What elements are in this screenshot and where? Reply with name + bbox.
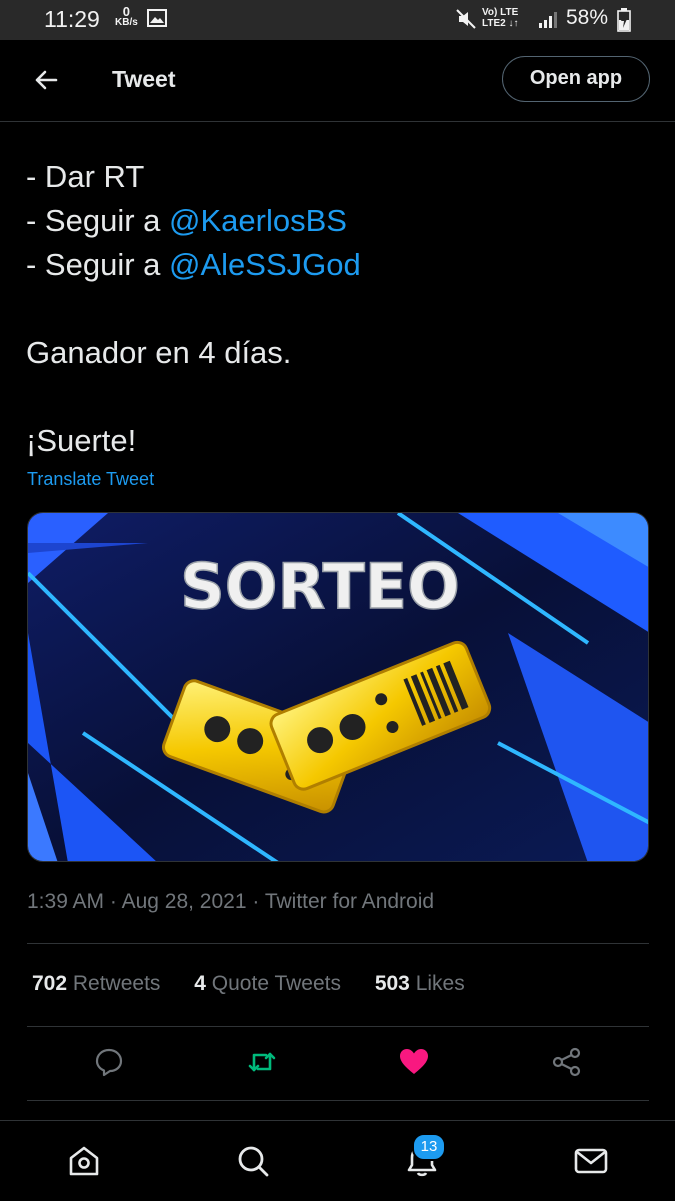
like-heart-icon[interactable] [398,1046,430,1078]
image-title: SORTEO [180,550,460,623]
network-speed-unit: KB/s [115,17,138,28]
quotes-label: Quote Tweets [205,972,341,995]
quotes-count: 4 [194,972,206,995]
mute-icon [456,9,476,29]
tweet-line: - Seguir a @KaerlosBS [26,199,646,243]
network-indicator: Vo) LTE LTE2 ↓↑ [482,7,518,29]
divider [27,1100,649,1101]
notifications-badge: 13 [412,1133,446,1161]
tweet-line-text: - Dar RT [26,159,145,194]
network-bottom: LTE2 ↓↑ [482,18,519,29]
tweet-line-text: - Seguir a [26,203,170,238]
tweet-line-text: ¡Suerte! [26,423,137,458]
likes-label: Likes [409,972,465,995]
tweet-time: 1:39 AM [27,890,105,913]
search-icon[interactable] [235,1143,271,1179]
retweets-count: 702 [32,972,68,995]
mention-link[interactable]: @KaerlosBS [169,203,347,238]
reply-icon[interactable] [93,1046,125,1078]
retweets-stat[interactable]: 702 Retweets [32,972,160,996]
messages-mail-icon[interactable] [573,1143,609,1179]
gallery-icon [147,9,167,27]
battery-percent: 58% [566,6,609,29]
quote-tweets-stat[interactable]: 4 Quote Tweets [194,972,341,996]
likes-stat[interactable]: 503 Likes [375,972,465,996]
translate-tweet-link[interactable]: Translate Tweet [27,469,154,490]
bottom-nav: 13 [0,1120,675,1201]
tweet-timestamp: 1:39 AM · Aug 28, 2021 · Twitter for And… [27,890,434,914]
network-speed: 0 KB/s [115,4,138,28]
share-icon[interactable] [551,1046,583,1078]
network-top: Vo) LTE [482,7,519,18]
signal-icon [539,12,557,28]
giveaway-image: SORTEO [28,513,648,861]
likes-count: 503 [374,972,410,995]
tweet-date: Aug 28, 2021 [121,890,247,913]
separator: · [104,890,122,913]
page-title: Tweet [112,66,176,92]
tweet-source: Twitter for Android [264,890,435,913]
status-bar: 11:29 0 KB/s Vo) LTE LTE2 ↓↑ 58% [0,0,675,40]
header: Tweet Open app [0,40,675,122]
tweet-image[interactable]: SORTEO [27,512,649,862]
tweet-stats: 702 Retweets 4 Quote Tweets 503 Likes [32,972,493,996]
retweet-icon[interactable] [246,1046,278,1078]
status-time: 11:29 [44,6,100,32]
tweet-line: Ganador en 4 días. [26,331,646,375]
tweet-line: - Dar RT [26,155,646,199]
divider [27,943,649,944]
network-speed-value: 0 [122,4,131,19]
tweet-line-text: Ganador en 4 días. [26,335,292,370]
mention-link[interactable]: @AleSSJGod [169,247,361,282]
battery-charging-icon [617,8,631,32]
tweet-line: ¡Suerte! [26,419,646,463]
separator: · [246,890,265,913]
back-arrow-icon[interactable] [30,64,62,96]
retweets-label: Retweets [67,972,161,995]
divider [27,1026,649,1027]
home-icon[interactable] [66,1143,102,1179]
tweet-text: - Dar RT - Seguir a @KaerlosBS - Seguir … [26,155,646,463]
open-app-button[interactable]: Open app [502,56,650,102]
tweet-line-text: - Seguir a [26,247,170,282]
tweet-line: - Seguir a @AleSSJGod [26,243,646,287]
